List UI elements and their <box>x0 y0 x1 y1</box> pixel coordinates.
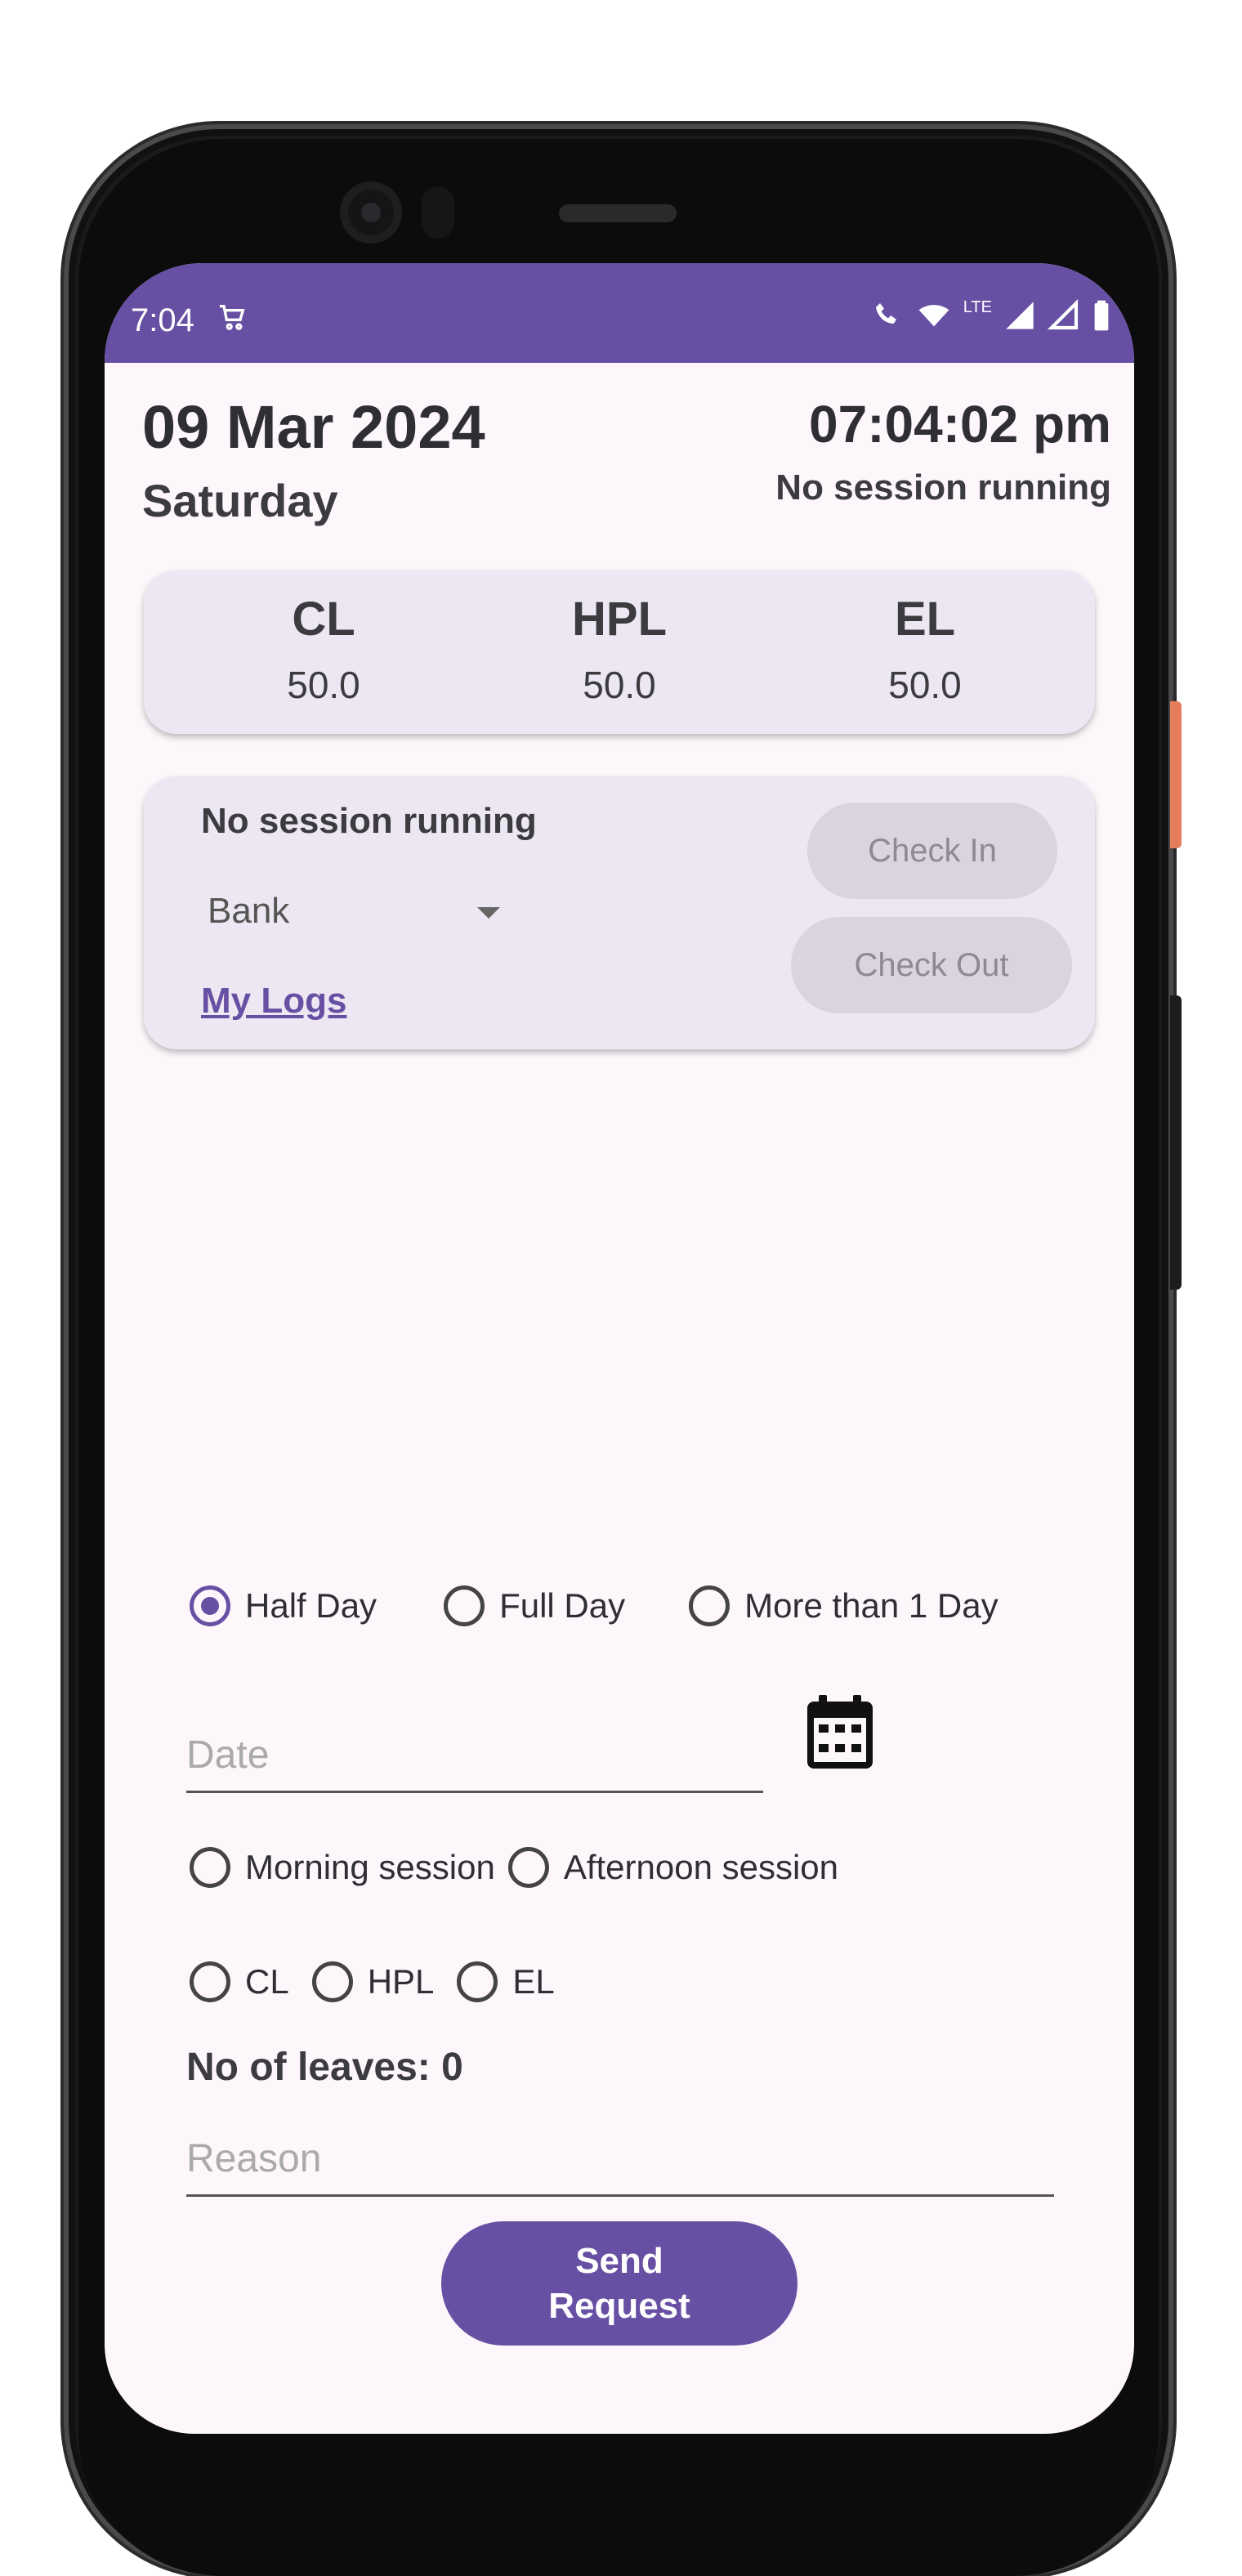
my-logs-link[interactable]: My Logs <box>201 981 346 1022</box>
status-icons: LTE <box>872 298 1111 336</box>
location-dropdown[interactable]: Bank <box>208 891 502 948</box>
dropdown-caret-icon <box>477 907 500 919</box>
leaves-count: No of leaves: 0 <box>186 2046 463 2089</box>
balance-label: HPL <box>572 593 667 646</box>
radio-el[interactable]: EL <box>457 1961 555 2002</box>
radio-hpl[interactable]: HPL <box>311 1961 435 2002</box>
signal-2-icon <box>1047 298 1080 336</box>
volume-button <box>1170 995 1182 1290</box>
radio-unselected-icon <box>190 1847 230 1888</box>
radio-unselected-icon <box>311 1961 353 2002</box>
check-out-button[interactable]: Check Out <box>791 917 1072 1013</box>
balance-el: EL 50.0 <box>802 592 1048 707</box>
proximity-sensor <box>422 186 454 239</box>
current-weekday: Saturday <box>142 475 338 526</box>
status-bar: 7:04 LTE <box>105 263 1134 363</box>
radio-more-than-1-day[interactable]: More than 1 Day <box>689 1585 999 1626</box>
radio-label: CL <box>245 1962 289 2001</box>
radio-unselected-icon <box>444 1585 485 1626</box>
duration-radio-group: Half Day Full Day More than 1 Day <box>190 1585 999 1626</box>
app-screen: 7:04 LTE 09 Mar 2024 Saturday 07:04:02 p… <box>105 263 1134 2434</box>
reason-placeholder: Reason <box>186 2137 322 2180</box>
radio-unselected-icon <box>190 1961 230 2002</box>
check-in-button[interactable]: Check In <box>807 803 1057 899</box>
radio-unselected-icon <box>689 1585 730 1626</box>
front-camera <box>340 181 402 244</box>
current-time: 07:04:02 pm <box>809 395 1111 454</box>
cart-icon <box>216 301 248 338</box>
wifi-call-icon <box>872 299 905 336</box>
radio-label: Morning session <box>245 1848 495 1886</box>
radio-cl[interactable]: CL <box>190 1961 289 2002</box>
calendar-icon[interactable] <box>806 1695 874 1774</box>
session-card: No session running Bank My Logs Check In… <box>144 776 1095 1049</box>
send-label-line1: Send <box>575 2241 663 2281</box>
radio-unselected-icon <box>457 1961 498 2002</box>
wifi-icon <box>916 299 952 336</box>
radio-morning-session[interactable]: Morning session <box>190 1847 495 1888</box>
balance-hpl: HPL 50.0 <box>497 592 742 707</box>
balance-label: EL <box>894 593 956 646</box>
leave-type-radio-group: CL HPL EL <box>190 1961 578 2002</box>
leave-balance-card: CL 50.0 HPL 50.0 EL 50.0 <box>144 570 1095 734</box>
date-placeholder: Date <box>186 1733 270 1777</box>
lte-label: LTE <box>963 298 992 316</box>
reason-field[interactable]: Reason <box>186 2115 1054 2197</box>
signal-icon <box>1003 299 1036 336</box>
session-radio-group: Morning session Afternoon session <box>190 1847 838 1888</box>
power-button <box>1170 701 1182 848</box>
radio-label: Full Day <box>499 1586 626 1625</box>
session-status: No session running <box>201 801 537 841</box>
balance-label: CL <box>292 593 355 646</box>
battery-icon <box>1092 299 1111 336</box>
radio-selected-icon <box>190 1585 230 1626</box>
send-label-line2: Request <box>548 2286 690 2326</box>
balance-cl: CL 50.0 <box>201 592 446 707</box>
radio-label: Half Day <box>245 1586 378 1625</box>
send-request-button[interactable]: Send Request <box>441 2221 797 2346</box>
radio-label: More than 1 Day <box>744 1586 999 1625</box>
earpiece-speaker <box>559 204 677 222</box>
balance-value: 50.0 <box>583 664 656 706</box>
radio-afternoon-session[interactable]: Afternoon session <box>507 1847 839 1888</box>
status-time: 7:04 <box>131 302 194 338</box>
radio-half-day[interactable]: Half Day <box>190 1585 377 1626</box>
radio-unselected-icon <box>507 1847 549 1888</box>
balance-value: 50.0 <box>888 664 962 706</box>
radio-full-day[interactable]: Full Day <box>444 1585 625 1626</box>
radio-label: Afternoon session <box>563 1848 839 1886</box>
date-field[interactable]: Date <box>186 1710 763 1793</box>
location-selected: Bank <box>208 891 290 931</box>
balance-value: 50.0 <box>287 664 360 706</box>
radio-label: HPL <box>367 1962 435 2001</box>
radio-label: EL <box>512 1962 555 2001</box>
header-session-status: No session running <box>775 467 1111 508</box>
current-date: 09 Mar 2024 <box>142 393 485 461</box>
